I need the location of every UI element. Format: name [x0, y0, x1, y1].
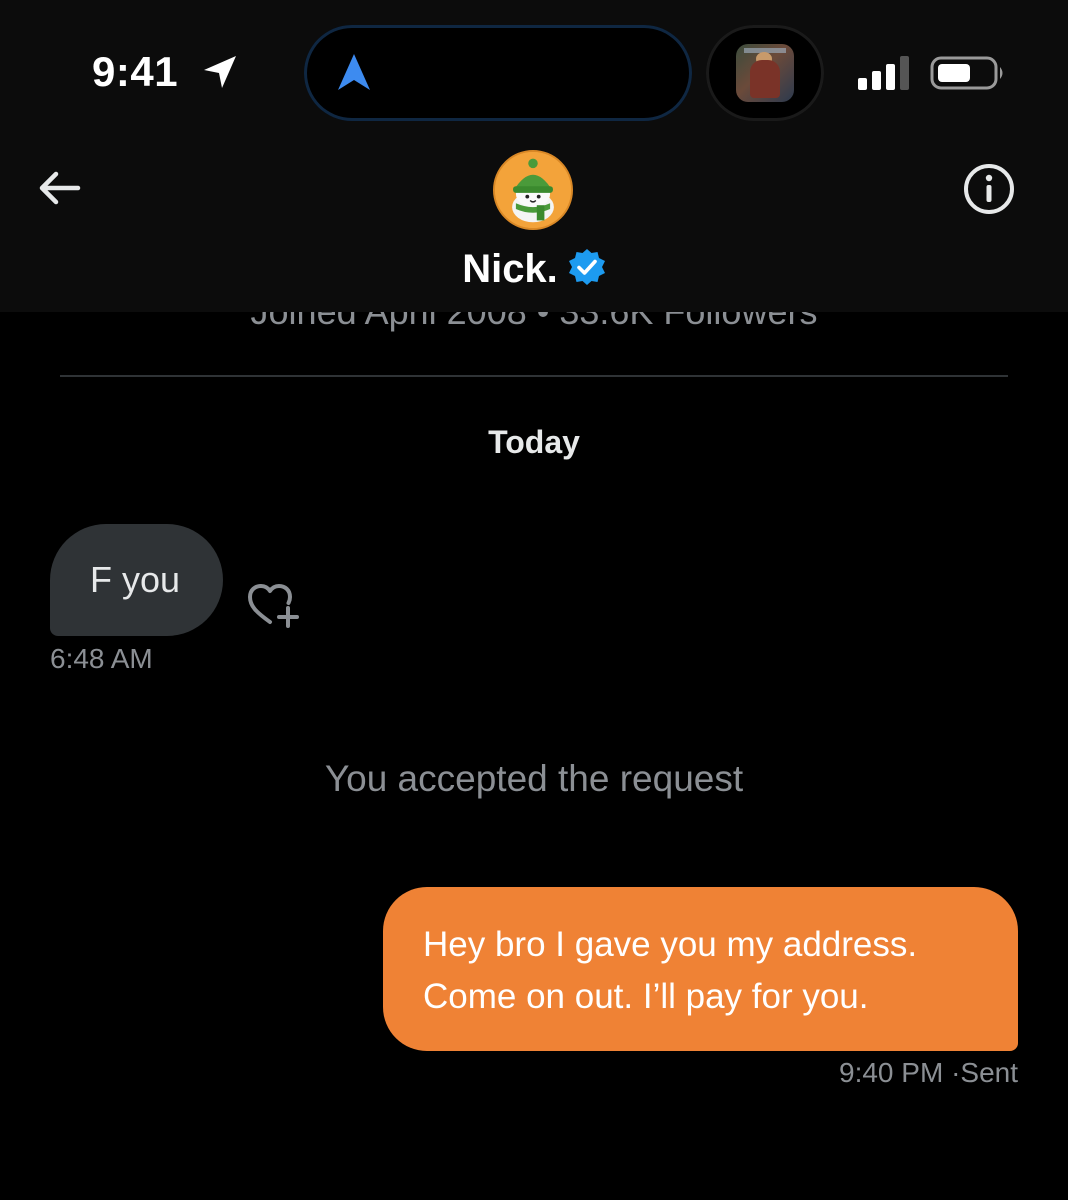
display-name[interactable]: Nick. [0, 246, 1068, 292]
profile-sub-info-text: Joined April 2008 • 33.6K Followers [0, 312, 1068, 332]
display-name-text: Nick. [462, 247, 558, 291]
day-separator: Today [488, 424, 580, 460]
received-message-bubble[interactable]: F you [50, 524, 223, 636]
back-arrow-icon[interactable] [36, 164, 84, 212]
avatar[interactable] [493, 150, 573, 230]
album-art [736, 44, 794, 102]
sent-message-time: 9:40 PM [839, 1057, 944, 1088]
snowman-avatar-icon [495, 152, 571, 228]
sent-message-meta: 9:40 PM ·Sent [839, 1056, 1018, 1090]
received-message-time: 6:48 AM [50, 643, 153, 674]
dm-conversation-screen: 9:41 Nick. Today F you 6:48 AM You accep… [0, 0, 1068, 1200]
meta-separator: · [951, 1057, 961, 1088]
sent-message-line: Come on out. I’ll pay for you. [423, 977, 869, 1016]
location-arrow-icon [204, 56, 236, 88]
verified-badge-icon [568, 249, 605, 285]
sent-message-status: Sent [960, 1057, 1018, 1088]
sent-message-bubble[interactable]: Hey bro I gave you my address. Come on o… [383, 887, 1018, 1051]
profile-sub-info: Joined April 2008 • 33.6K Followers [0, 312, 1068, 334]
battery-icon [930, 56, 1003, 90]
info-icon[interactable] [962, 162, 1016, 216]
navigation-icon [338, 54, 370, 90]
system-note: You accepted the request [324, 758, 744, 799]
divider [60, 375, 1008, 377]
sent-message-line: Hey bro I gave you my address. [423, 925, 918, 964]
signal-icon [858, 56, 909, 90]
add-reaction-icon[interactable] [246, 582, 302, 630]
status-time: 9:41 [92, 48, 179, 95]
